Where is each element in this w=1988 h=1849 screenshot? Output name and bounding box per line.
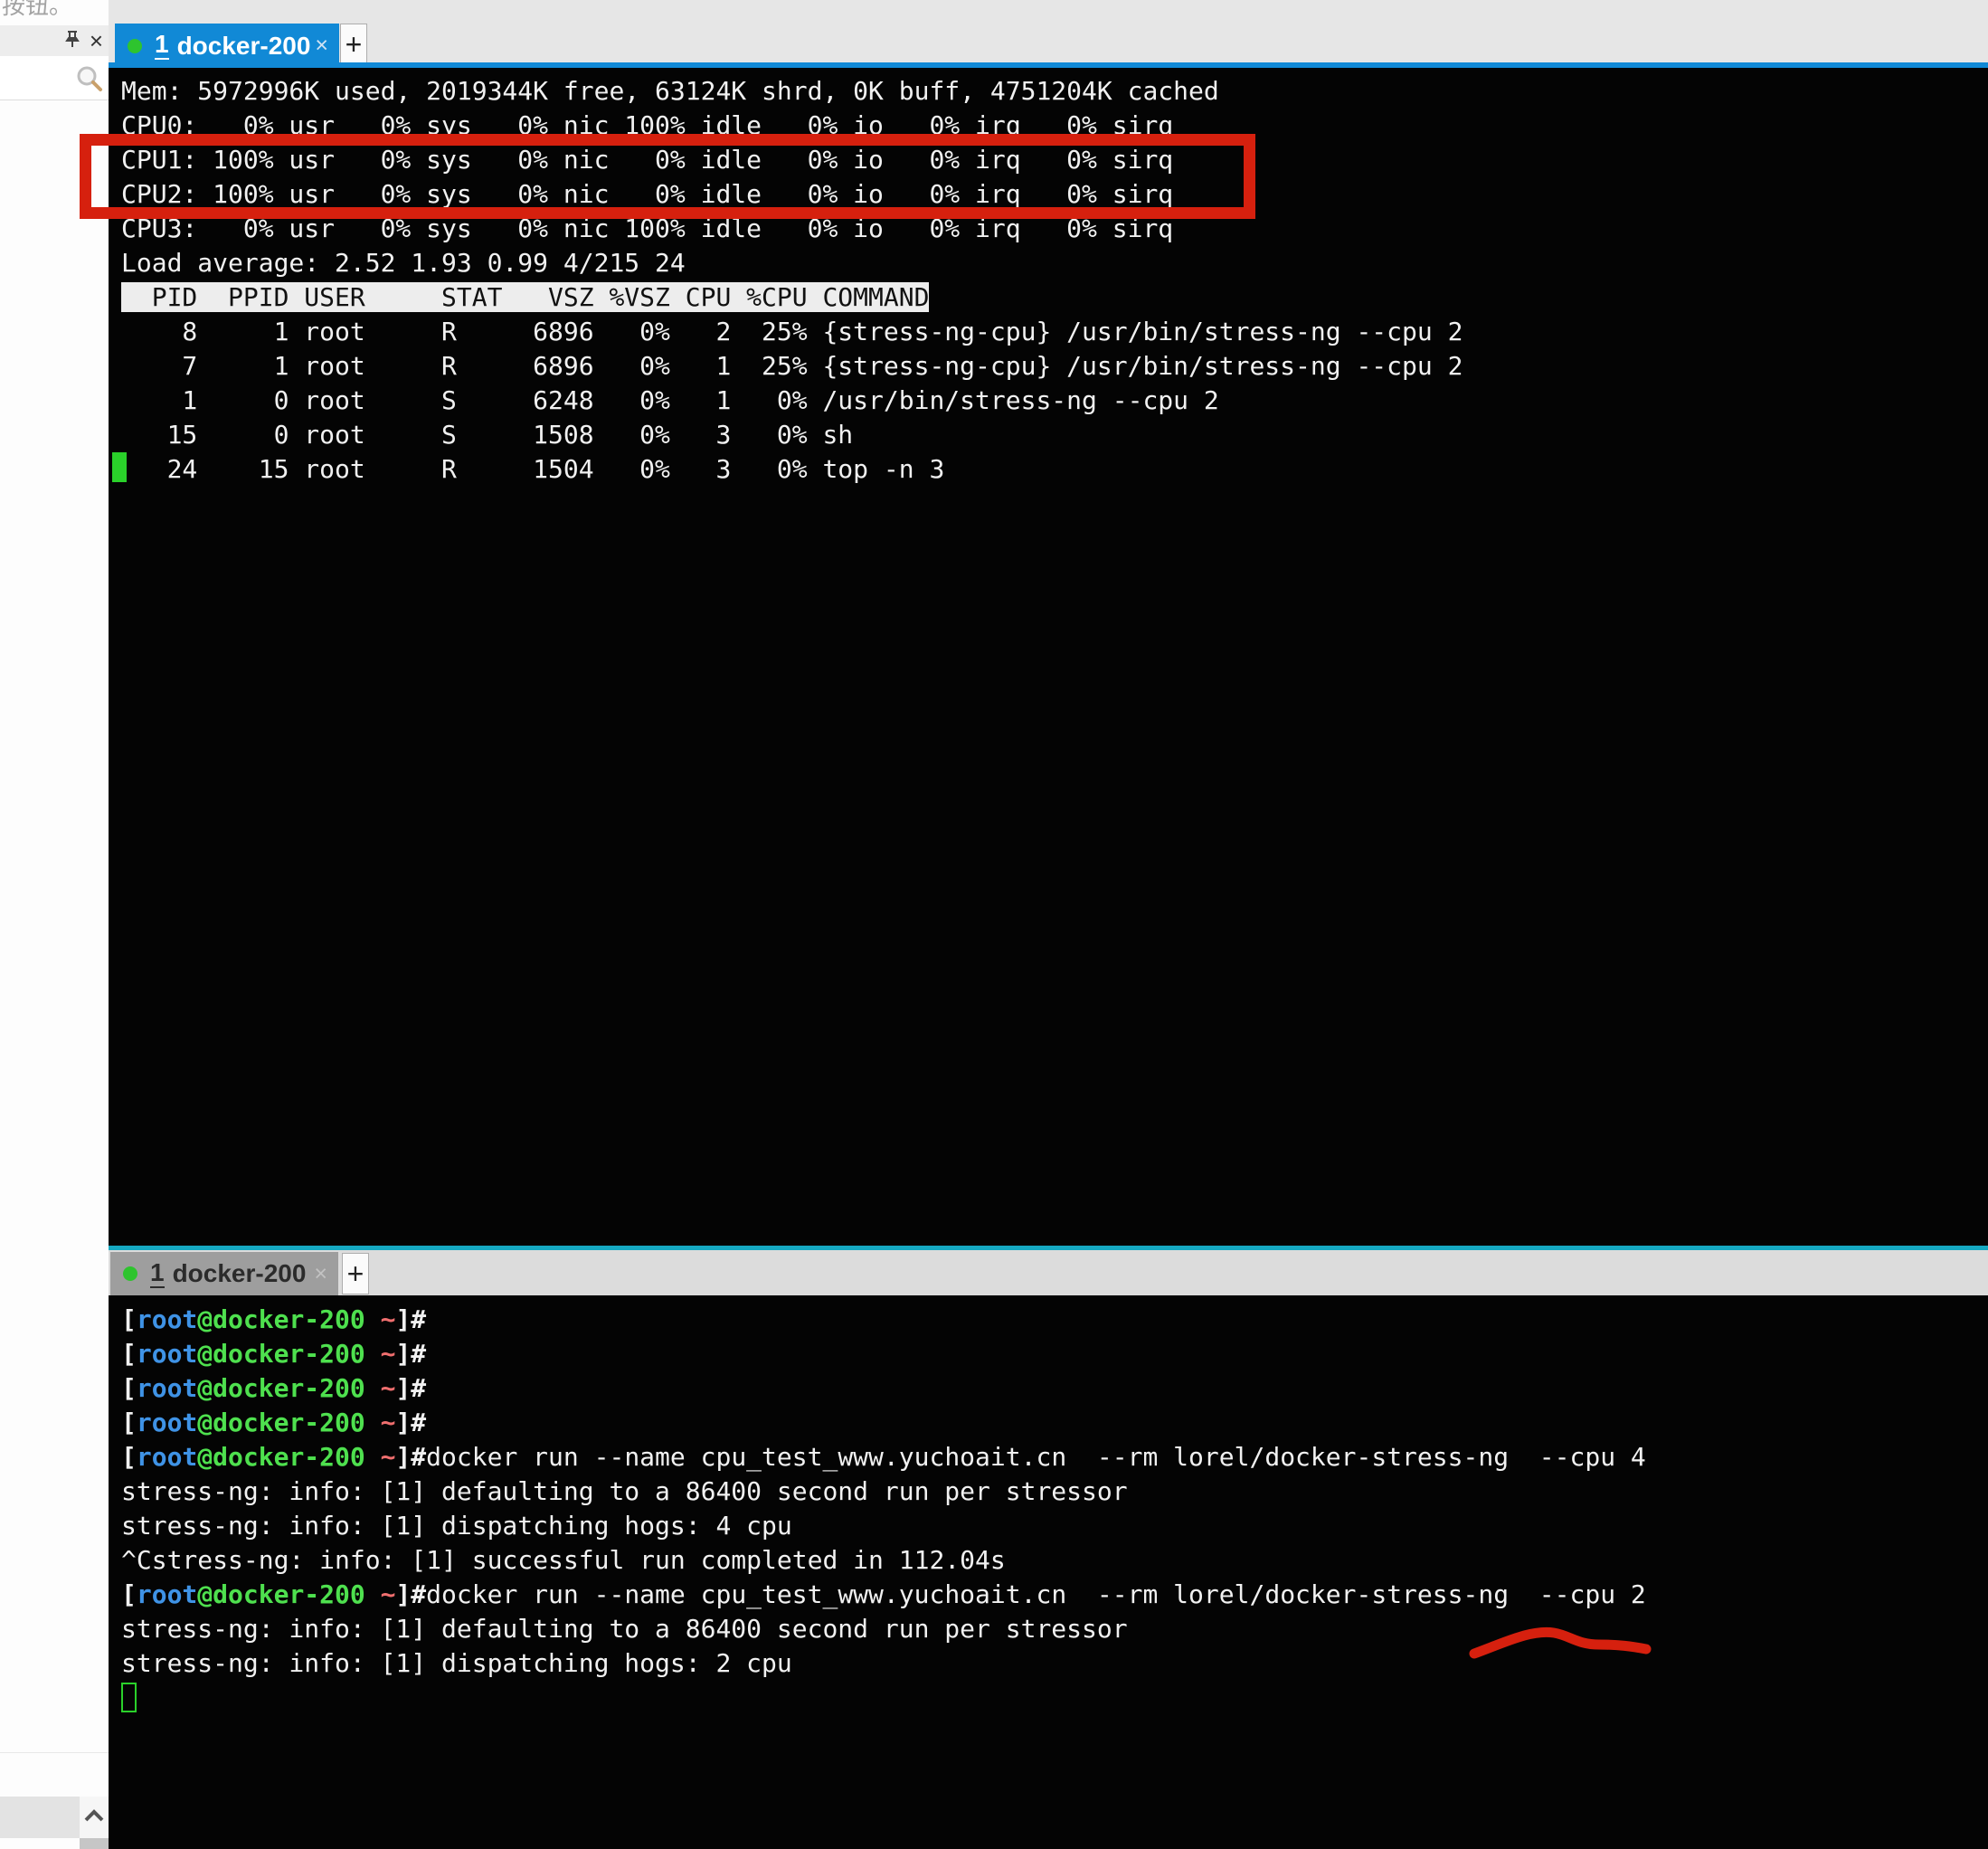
prompt-user: root	[137, 1339, 197, 1369]
overlay-chinese-text: 按钮。	[2, 0, 72, 16]
sidebar-divider	[0, 1752, 109, 1753]
terminal-line-mem: Mem: 5972996K used, 2019344K free, 63124…	[121, 74, 1988, 109]
session-status-dot	[128, 39, 142, 53]
session-status-dot	[123, 1266, 137, 1281]
prompt-line: [root@docker-200 ~]#	[121, 1406, 1988, 1440]
table-row: 15 0 root S 1508 0% 3 0% sh	[121, 418, 1988, 452]
prompt-host: @docker-200	[197, 1579, 364, 1609]
prompt-bracket: [	[121, 1373, 137, 1403]
scroll-up-button[interactable]	[80, 1797, 109, 1838]
chevron-up-icon	[83, 1808, 105, 1827]
close-icon[interactable]: ×	[90, 29, 103, 52]
cursor-line	[121, 1681, 1988, 1715]
prompt-line: [root@docker-200 ~]#	[121, 1337, 1988, 1371]
tab-number: 1	[155, 32, 169, 60]
new-tab-button[interactable]: +	[340, 24, 367, 65]
prompt-path: ~	[365, 1304, 396, 1334]
prompt-path: ~	[365, 1373, 396, 1403]
prompt-host: @docker-200	[197, 1408, 364, 1437]
terminal-cursor	[112, 452, 127, 482]
command-line-cpu4: [root@docker-200 ~]#docker run --name cp…	[121, 1440, 1988, 1474]
prompt-line: [root@docker-200 ~]#	[121, 1371, 1988, 1406]
prompt-user: root	[137, 1373, 197, 1403]
pane-divider-line	[109, 1246, 1988, 1250]
top-terminal-pane[interactable]: Mem: 5972996K used, 2019344K free, 63124…	[109, 68, 1988, 1246]
prompt-bracket: [	[121, 1304, 137, 1334]
sidebar-bottom-item	[0, 1797, 80, 1838]
prompt-host: @docker-200	[197, 1442, 364, 1472]
bottom-terminal-pane[interactable]: [root@docker-200 ~]# [root@docker-200 ~]…	[109, 1295, 1988, 1849]
table-header-text: PID PPID USER STAT VSZ %VSZ CPU %CPU COM…	[121, 282, 929, 312]
prompt-host: @docker-200	[197, 1373, 364, 1403]
new-tab-button[interactable]: +	[342, 1253, 369, 1294]
prompt-bracket: ]#	[395, 1304, 426, 1334]
bottom-tab-bar: 1 docker-200 × +	[109, 1246, 1988, 1295]
prompt-path: ~	[365, 1579, 396, 1609]
output-line: stress-ng: info: [1] dispatching hogs: 2…	[121, 1646, 1988, 1681]
table-row: 8 1 root R 6896 0% 2 25% {stress-ng-cpu}…	[121, 315, 1988, 349]
prompt-user: root	[137, 1442, 197, 1472]
prompt-bracket: [	[121, 1408, 137, 1437]
terminal-cursor	[121, 1683, 137, 1712]
tab-docker-200-bottom[interactable]: 1 docker-200 ×	[110, 1252, 338, 1295]
top-tab-bar: 1 docker-200 × +	[109, 0, 1988, 68]
tab-close-icon[interactable]: ×	[315, 34, 328, 57]
search-icon[interactable]	[76, 65, 103, 97]
output-line: stress-ng: info: [1] defaulting to a 864…	[121, 1612, 1988, 1646]
prompt-line: [root@docker-200 ~]#	[121, 1303, 1988, 1337]
command-text: docker run --name cpu_test_www.yuchoait.…	[426, 1579, 1646, 1609]
pin-icon[interactable]	[62, 29, 82, 53]
sidebar-header: ×	[0, 25, 109, 56]
table-row: 1 0 root S 6248 0% 1 0% /usr/bin/stress-…	[121, 384, 1988, 418]
left-sidebar: 按钮。 ×	[0, 0, 109, 1849]
tab-title: docker-200	[177, 33, 311, 59]
prompt-bracket: ]#	[395, 1442, 426, 1472]
table-row: 7 1 root R 6896 0% 1 25% {stress-ng-cpu}…	[121, 349, 1988, 384]
terminal-line-cpu1: CPU1: 100% usr 0% sys 0% nic 0% idle 0% …	[121, 143, 1988, 177]
terminal-line-load: Load average: 2.52 1.93 0.99 4/215 24	[121, 246, 1988, 280]
output-line: stress-ng: info: [1] defaulting to a 864…	[121, 1474, 1988, 1509]
prompt-bracket: [	[121, 1442, 137, 1472]
prompt-user: root	[137, 1408, 197, 1437]
output-line: ^Cstress-ng: info: [1] successful run co…	[121, 1543, 1988, 1578]
tab-docker-200-top[interactable]: 1 docker-200 ×	[115, 24, 339, 68]
tab-number: 1	[150, 1260, 165, 1288]
prompt-bracket: ]#	[395, 1339, 426, 1369]
prompt-user: root	[137, 1579, 197, 1609]
prompt-path: ~	[365, 1339, 396, 1369]
terminal-line-cpu2: CPU2: 100% usr 0% sys 0% nic 0% idle 0% …	[121, 177, 1988, 212]
prompt-host: @docker-200	[197, 1304, 364, 1334]
prompt-bracket: ]#	[395, 1373, 426, 1403]
output-line: stress-ng: info: [1] dispatching hogs: 4…	[121, 1509, 1988, 1543]
prompt-path: ~	[365, 1408, 396, 1437]
prompt-user: root	[137, 1304, 197, 1334]
prompt-path: ~	[365, 1442, 396, 1472]
prompt-bracket: ]#	[395, 1579, 426, 1609]
terminal-line-cpu3: CPU3: 0% usr 0% sys 0% nic 100% idle 0% …	[121, 212, 1988, 246]
command-text: docker run --name cpu_test_www.yuchoait.…	[426, 1442, 1646, 1472]
table-row: 24 15 root R 1504 0% 3 0% top -n 3	[121, 452, 1988, 487]
terminal-line-cpu0: CPU0: 0% usr 0% sys 0% nic 100% idle 0% …	[121, 109, 1988, 143]
clipped-overlay-text-wrap: 按钮。	[0, 0, 109, 16]
prompt-bracket: ]#	[395, 1408, 426, 1437]
tab-title: docker-200	[173, 1261, 307, 1286]
prompt-bracket: [	[121, 1339, 137, 1369]
prompt-bracket: [	[121, 1579, 137, 1609]
process-table-header: PID PPID USER STAT VSZ %VSZ CPU %CPU COM…	[121, 280, 1988, 315]
tab-close-icon[interactable]: ×	[314, 1263, 327, 1285]
scrollbar-thumb[interactable]	[80, 1838, 109, 1849]
command-line-cpu2: [root@docker-200 ~]#docker run --name cp…	[121, 1578, 1988, 1612]
prompt-host: @docker-200	[197, 1339, 364, 1369]
sidebar-search-row	[0, 56, 109, 100]
